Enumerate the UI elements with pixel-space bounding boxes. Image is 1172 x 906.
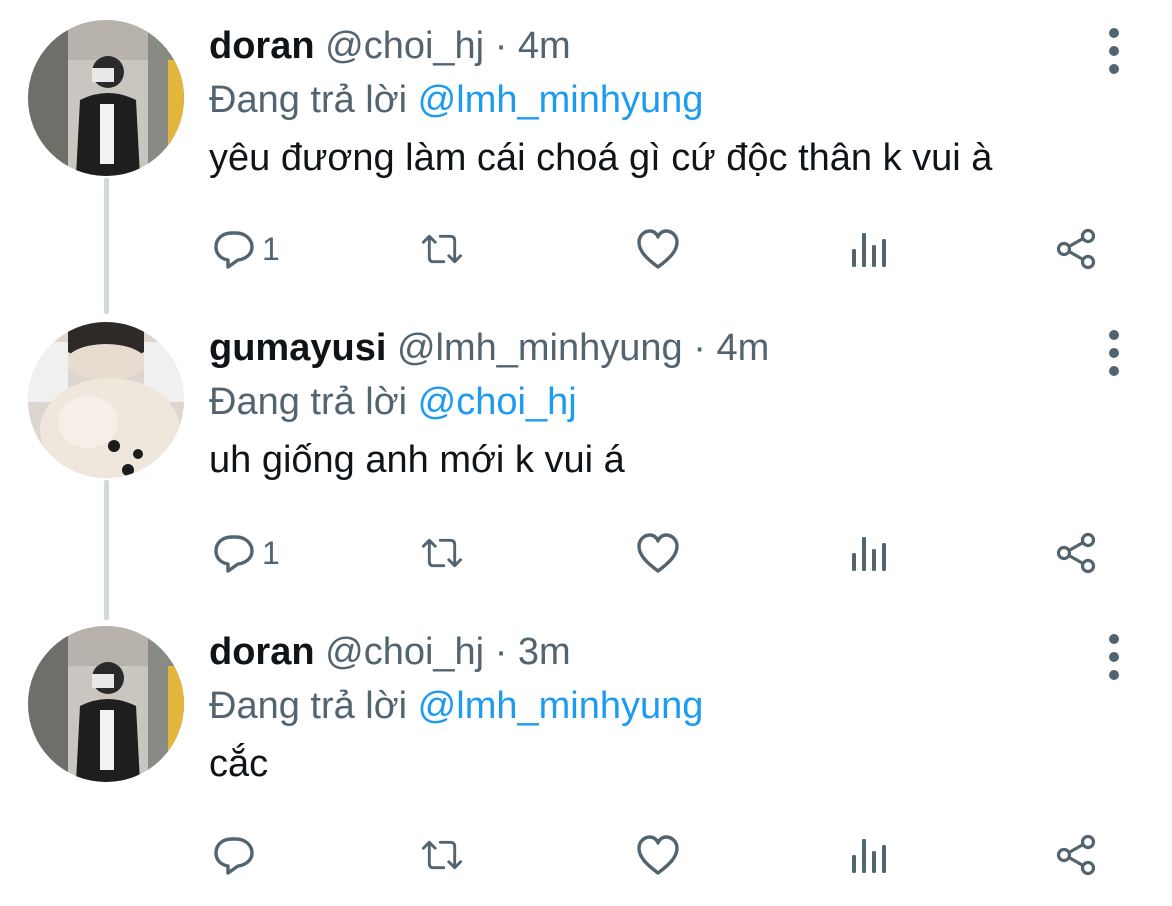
- retweet-button[interactable]: [420, 528, 464, 578]
- more-icon[interactable]: [1106, 634, 1122, 680]
- avatar[interactable]: [28, 626, 184, 782]
- reply-button[interactable]: 1: [212, 224, 280, 274]
- reply-mention-link[interactable]: @lmh_minhyung: [418, 79, 704, 121]
- reply-icon: [214, 837, 254, 875]
- avatar[interactable]: [28, 322, 184, 478]
- reply-button[interactable]: [212, 830, 262, 880]
- like-button[interactable]: [636, 830, 680, 880]
- tweet[interactable]: gumayusi @lmh_minhyung · 4m Đang trả lời…: [0, 302, 1172, 602]
- separator: ·: [494, 25, 508, 67]
- share-icon: [1056, 834, 1096, 876]
- reply-mention-link[interactable]: @lmh_minhyung: [418, 685, 704, 727]
- display-name[interactable]: doran: [209, 631, 315, 673]
- tweet-text: uh giống anh mới k vui á: [209, 439, 625, 481]
- user-handle[interactable]: @lmh_minhyung: [397, 327, 683, 369]
- tweet-text: yêu đương làm cái choá gì cứ độc thân k …: [209, 137, 993, 179]
- like-button[interactable]: [636, 224, 680, 274]
- retweet-icon: [421, 538, 463, 568]
- analytics-icon: [852, 839, 886, 873]
- timestamp[interactable]: 3m: [518, 631, 571, 673]
- like-icon: [637, 229, 679, 269]
- user-handle[interactable]: @choi_hj: [325, 25, 484, 67]
- analytics-button[interactable]: [846, 830, 890, 880]
- share-button[interactable]: [1054, 830, 1098, 880]
- tweet[interactable]: doran @choi_hj · 3m Đang trả lời @lmh_mi…: [0, 606, 1172, 906]
- retweet-icon: [421, 234, 463, 264]
- tweet[interactable]: doran @choi_hj · 4m Đang trả lời @lmh_mi…: [0, 0, 1172, 300]
- retweet-icon: [421, 840, 463, 870]
- analytics-icon: [852, 537, 886, 571]
- reply-count: 1: [262, 230, 280, 267]
- like-icon: [637, 835, 679, 875]
- like-icon: [637, 533, 679, 573]
- share-icon: [1056, 532, 1096, 574]
- display-name[interactable]: gumayusi: [209, 327, 386, 369]
- more-icon[interactable]: [1106, 28, 1122, 74]
- share-button[interactable]: [1054, 528, 1098, 578]
- reply-mention-link[interactable]: @choi_hj: [418, 381, 577, 423]
- like-button[interactable]: [636, 528, 680, 578]
- user-handle[interactable]: @choi_hj: [325, 631, 484, 673]
- timestamp[interactable]: 4m: [518, 25, 571, 67]
- reply-count: 1: [262, 534, 280, 571]
- reply-prefix: Đang trả lời: [209, 381, 408, 423]
- tweet-text: cắc: [209, 743, 269, 785]
- reply-icon: [214, 535, 254, 573]
- more-icon[interactable]: [1106, 330, 1122, 376]
- analytics-button[interactable]: [846, 224, 890, 274]
- analytics-icon: [852, 233, 886, 267]
- reply-prefix: Đang trả lời: [209, 79, 408, 121]
- retweet-button[interactable]: [420, 830, 464, 880]
- separator: ·: [494, 631, 508, 673]
- reply-icon: [214, 231, 254, 269]
- display-name[interactable]: doran: [209, 25, 315, 67]
- separator: ·: [693, 327, 706, 369]
- reply-prefix: Đang trả lời: [209, 685, 408, 727]
- reply-button[interactable]: 1: [212, 528, 280, 578]
- share-icon: [1056, 228, 1096, 270]
- share-button[interactable]: [1054, 224, 1098, 274]
- timestamp[interactable]: 4m: [716, 327, 769, 369]
- avatar[interactable]: [28, 20, 184, 176]
- retweet-button[interactable]: [420, 224, 464, 274]
- analytics-button[interactable]: [846, 528, 890, 578]
